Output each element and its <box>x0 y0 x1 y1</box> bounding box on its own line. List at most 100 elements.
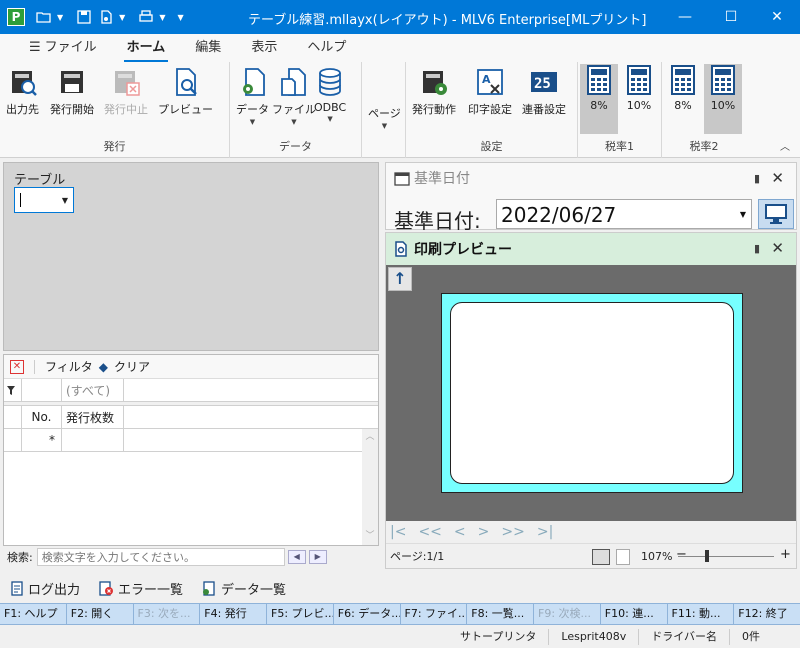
error-list-button[interactable]: エラー一覧 <box>98 579 183 598</box>
chevron-down-icon[interactable]: ▼ <box>57 13 63 22</box>
chevron-down-icon[interactable]: ▼ <box>159 13 165 22</box>
file-button[interactable]: ファイル ▼ <box>272 66 316 126</box>
column-header-no[interactable]: No. <box>22 406 62 428</box>
ribbon-group-tax1: 8% 10% 税率1 <box>578 62 662 158</box>
prev-page-icon[interactable]: < <box>454 524 466 540</box>
close-icon[interactable]: ✕ <box>771 239 784 257</box>
preview-icon <box>395 241 407 257</box>
tax1-8-button[interactable]: 8% <box>580 64 618 134</box>
zoom-in-icon[interactable]: + <box>780 547 791 562</box>
base-date-field[interactable]: 2022/06/27 ▼ <box>496 199 752 229</box>
issue-behavior-button[interactable]: 発行動作 <box>412 66 456 117</box>
fkey-f8[interactable]: F8: 一覧... <box>467 604 534 624</box>
ribbon-group-label: 発行 <box>103 140 126 153</box>
last-page-icon[interactable]: >| <box>537 524 553 540</box>
pin-icon[interactable]: ▮ <box>754 242 760 255</box>
error-list-label: エラー一覧 <box>118 582 184 598</box>
document-settings-icon[interactable] <box>97 8 115 26</box>
label-page <box>441 293 743 493</box>
print-icon[interactable] <box>137 8 155 26</box>
fkey-f9[interactable]: F9: 次検... <box>534 604 601 624</box>
customize-toolbar-icon[interactable]: ▼ <box>177 13 183 22</box>
tab-help[interactable]: ヘルプ <box>292 34 361 62</box>
stop-issue-label: 発行中止 <box>104 103 148 116</box>
up-arrow-icon[interactable]: ↑ <box>388 267 412 291</box>
data-label: データ <box>236 103 269 116</box>
clear-button[interactable]: クリア <box>114 358 150 375</box>
search-prev-icon[interactable]: ◀ <box>287 550 306 564</box>
filter-cell[interactable] <box>22 379 62 401</box>
tab-edit[interactable]: 編集 <box>180 34 236 62</box>
funnel-icon[interactable] <box>4 379 22 401</box>
stop-issue-button[interactable]: 発行中止 <box>104 66 148 117</box>
preview-status-bar: ページ:1/1 107% − + <box>386 543 796 568</box>
vertical-scrollbar[interactable]: ︿ ﹀ <box>362 429 378 545</box>
chevron-down-icon: ▼ <box>291 118 297 126</box>
scroll-down-icon[interactable]: ﹀ <box>362 528 378 541</box>
start-issue-button[interactable]: 発行開始 <box>50 66 94 117</box>
filter-row: (すべて) <box>4 379 378 402</box>
log-output-label: ログ出力 <box>28 582 81 598</box>
table-cell[interactable] <box>62 429 124 451</box>
next-page-icon[interactable]: > <box>478 524 490 540</box>
tax2-8-button[interactable]: 8% <box>664 64 702 134</box>
fkey-f1[interactable]: F1: ヘルプ <box>0 604 67 624</box>
data-button[interactable]: データ ▼ <box>236 66 269 126</box>
window-title: テーブル練習.mllayx(レイアウト) - MLV6 Enterprise[M… <box>248 13 647 28</box>
printer-gear-icon <box>418 66 450 98</box>
page-button[interactable]: ページ ▼ <box>368 102 401 130</box>
data-list-button[interactable]: データ一覧 <box>201 579 286 598</box>
fkey-f6[interactable]: F6: データ... <box>334 604 401 624</box>
search-input[interactable] <box>36 548 285 566</box>
remove-filter-icon[interactable]: ✕ <box>10 359 24 374</box>
next-fast-icon[interactable]: >> <box>501 524 524 540</box>
save-icon[interactable] <box>75 8 93 26</box>
tab-home[interactable]: ホーム <box>112 34 181 62</box>
close-icon[interactable]: ✕ <box>771 169 784 187</box>
new-row[interactable]: * <box>4 429 378 452</box>
fit-page-icon[interactable] <box>592 549 610 565</box>
fkey-f5[interactable]: F5: プレビ... <box>267 604 334 624</box>
fkey-f11[interactable]: F11: 動... <box>668 604 735 624</box>
odbc-button[interactable]: ODBC ▼ <box>314 66 346 123</box>
minimize-icon[interactable]: — <box>662 0 708 34</box>
serial-settings-button[interactable]: 25 連番設定 <box>522 66 566 117</box>
tab-view[interactable]: 表示 <box>236 34 292 62</box>
chevron-down-icon[interactable]: ▼ <box>119 13 125 22</box>
collapse-ribbon-icon[interactable]: ︿ <box>780 138 790 153</box>
app-icon[interactable]: P <box>7 8 25 26</box>
fkey-f10[interactable]: F10: 連... <box>601 604 668 624</box>
zoom-out-icon[interactable]: − <box>676 547 687 562</box>
filter-button[interactable]: フィルタ <box>45 358 93 375</box>
header-row: No. 発行枚数 <box>4 406 378 429</box>
tax2-10-button[interactable]: 10% <box>704 64 742 134</box>
fkey-f12[interactable]: F12: 終了 <box>734 604 800 624</box>
search-next-icon[interactable]: ▶ <box>308 550 327 564</box>
column-header-count[interactable]: 発行枚数 <box>62 406 124 428</box>
maximize-icon[interactable]: ☐ <box>708 0 754 34</box>
first-page-icon[interactable]: |< <box>390 524 406 540</box>
close-icon[interactable]: ✕ <box>754 0 800 34</box>
tab-file[interactable]: ☰ ファイル <box>14 34 112 62</box>
table-select[interactable]: ▼ <box>14 187 74 213</box>
fkey-f3[interactable]: F3: 次を... <box>134 604 201 624</box>
fkey-f7[interactable]: F7: ファイ... <box>401 604 468 624</box>
scroll-up-icon[interactable]: ︿ <box>362 429 378 442</box>
fkey-f2[interactable]: F2: 開く <box>67 604 134 624</box>
tax1-10-button[interactable]: 10% <box>620 64 658 134</box>
filter-cell[interactable]: (すべて) <box>62 379 124 401</box>
output-destination-button[interactable]: 出力先 <box>6 66 39 117</box>
monitor-button[interactable] <box>758 199 794 229</box>
log-icon <box>11 580 23 596</box>
print-settings-button[interactable]: A 印字設定 <box>468 66 512 117</box>
pin-icon[interactable]: ▮ <box>754 172 760 185</box>
zoom-slider-thumb[interactable] <box>705 550 709 562</box>
filter-cell[interactable] <box>124 379 378 401</box>
log-output-button[interactable]: ログ出力 <box>10 579 80 598</box>
open-folder-icon[interactable] <box>35 8 53 26</box>
fkey-f4[interactable]: F4: 発行 <box>200 604 267 624</box>
prev-fast-icon[interactable]: << <box>418 524 441 540</box>
preview-button[interactable]: プレビュー <box>158 66 213 117</box>
zoom-slider[interactable] <box>678 550 774 562</box>
single-page-icon[interactable] <box>616 549 630 565</box>
